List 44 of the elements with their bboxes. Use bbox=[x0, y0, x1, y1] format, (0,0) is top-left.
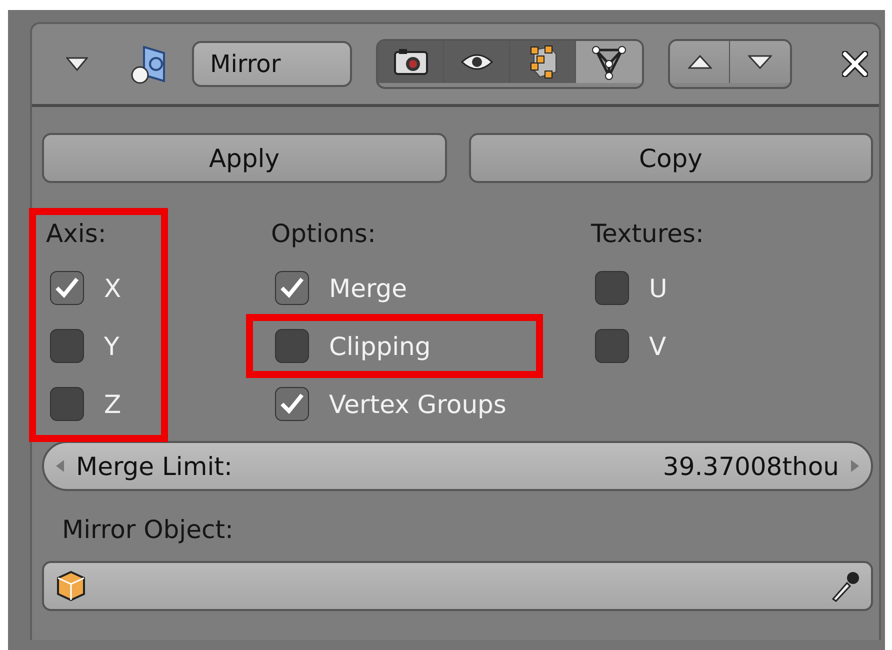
checkbox-label: X bbox=[104, 274, 122, 302]
checkbox[interactable] bbox=[275, 271, 309, 305]
visibility-toggle[interactable] bbox=[576, 41, 642, 83]
checkbox-label: Y bbox=[104, 332, 120, 360]
checkbox-label: Merge bbox=[329, 274, 408, 302]
visibility-toggle[interactable] bbox=[510, 41, 576, 83]
cube-icon bbox=[54, 569, 88, 603]
eyedropper-icon[interactable] bbox=[829, 569, 861, 603]
visibility-toggle[interactable] bbox=[378, 41, 444, 83]
column-heading: Axis: bbox=[45, 219, 108, 250]
checkbox[interactable] bbox=[50, 329, 84, 363]
slider-value: 39.37008thou bbox=[662, 452, 839, 480]
move-up-button[interactable] bbox=[670, 41, 730, 83]
close-icon[interactable] bbox=[842, 51, 868, 77]
camera-icon bbox=[392, 47, 428, 77]
action-button[interactable]: Apply bbox=[42, 133, 446, 183]
checkbox[interactable] bbox=[595, 329, 629, 363]
column-heading: Textures: bbox=[590, 219, 704, 250]
slider-label: Merge Limit: bbox=[76, 452, 234, 480]
left-arrow-icon bbox=[56, 460, 64, 472]
move-down-button[interactable] bbox=[730, 41, 790, 83]
visibility-toggle[interactable] bbox=[444, 41, 510, 83]
collapse-triangle-icon[interactable] bbox=[66, 57, 88, 71]
checkbox[interactable] bbox=[275, 387, 309, 421]
checkbox-label: V bbox=[649, 332, 666, 360]
down-triangle-icon bbox=[748, 55, 772, 69]
checkbox-label: Vertex Groups bbox=[329, 390, 506, 418]
action-button[interactable]: Copy bbox=[468, 133, 873, 183]
checkbox-label: Clipping bbox=[329, 332, 431, 360]
cage-icon bbox=[591, 44, 627, 80]
field-label: Mirror Object: bbox=[62, 515, 234, 546]
checkbox[interactable] bbox=[595, 271, 629, 305]
right-arrow-icon bbox=[851, 460, 859, 472]
column-heading: Options: bbox=[270, 219, 377, 250]
checkbox[interactable] bbox=[275, 329, 309, 363]
eye-icon bbox=[460, 52, 494, 72]
merge-limit-number-field[interactable]: Merge Limit: 39.37008thou bbox=[42, 441, 873, 491]
checkbox-label: Z bbox=[104, 390, 122, 418]
object-field[interactable] bbox=[42, 561, 873, 611]
up-triangle-icon bbox=[688, 55, 712, 69]
checkbox[interactable] bbox=[50, 387, 84, 421]
modifier-name-field[interactable]: Mirror bbox=[192, 41, 352, 87]
checkbox-label: U bbox=[649, 274, 668, 302]
checkbox[interactable] bbox=[50, 271, 84, 305]
